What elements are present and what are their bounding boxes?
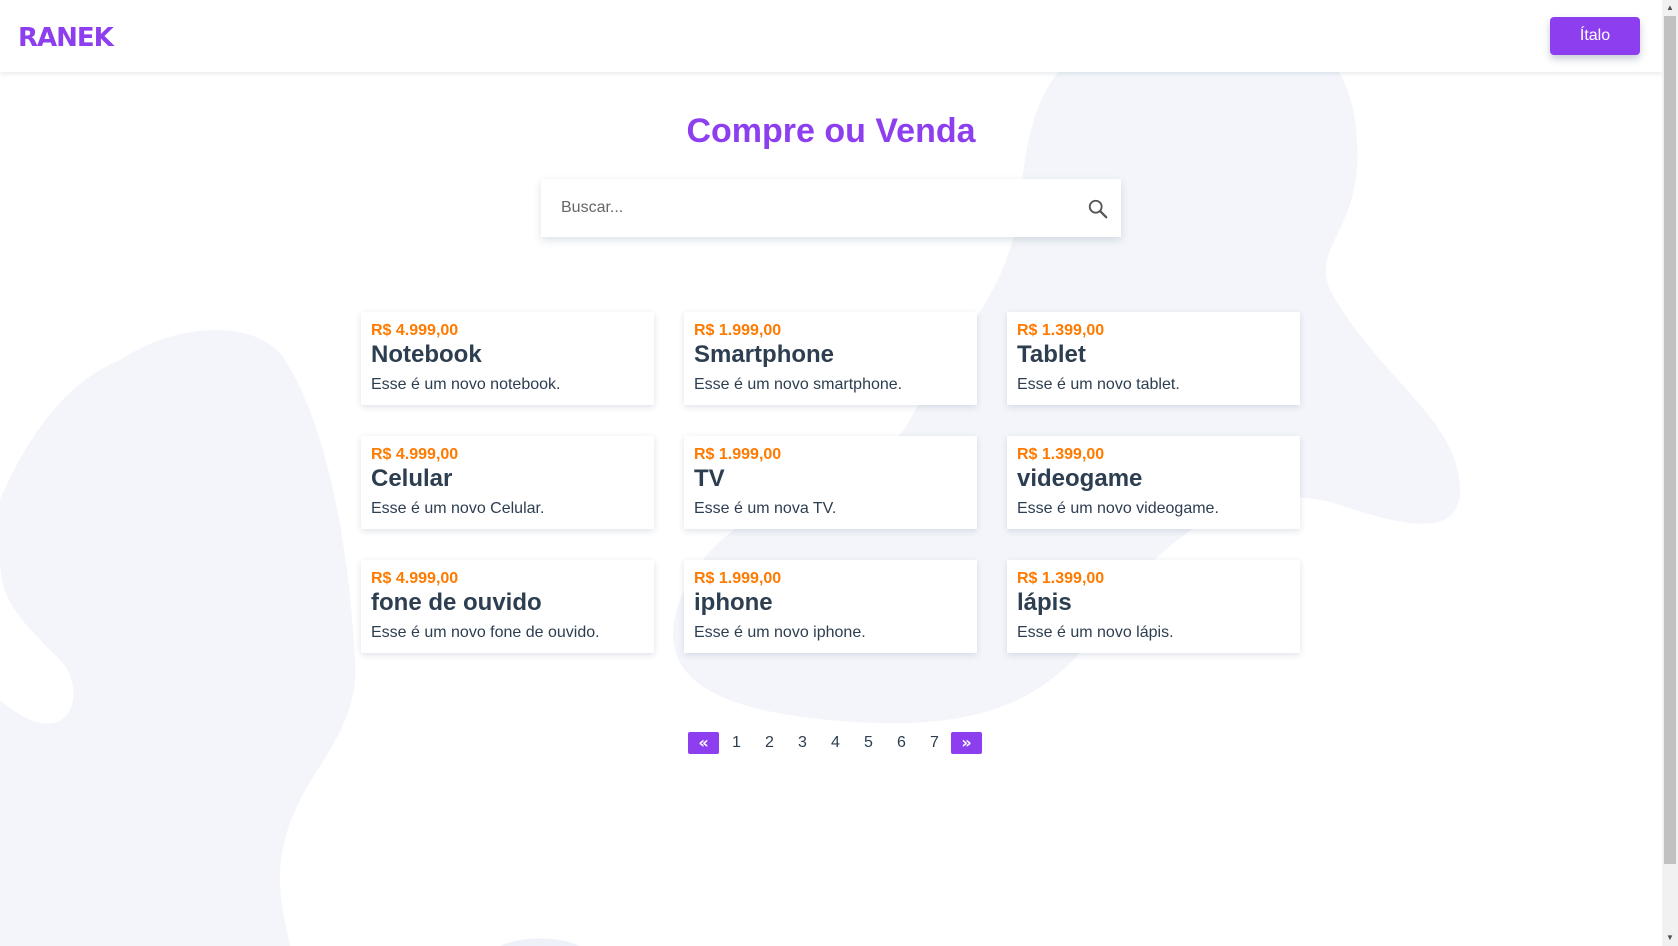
svg-text:RANEK: RANEK xyxy=(18,23,115,50)
page-link-2[interactable]: 2 xyxy=(753,732,786,754)
product-description: Esse é um novo iphone. xyxy=(694,624,866,641)
product-name: lápis xyxy=(1017,589,1072,616)
product-card[interactable]: R$ 1.399,00 lápis Esse é um novo lápis. xyxy=(1007,560,1300,653)
product-description: Esse é um novo tablet. xyxy=(1017,376,1180,393)
product-description: Esse é um novo smartphone. xyxy=(694,376,903,393)
scroll-down-arrow-icon[interactable]: ▼ xyxy=(1662,930,1678,946)
page-link-5[interactable]: 5 xyxy=(852,732,885,754)
page-link-7[interactable]: 7 xyxy=(918,732,951,754)
product-description: Esse é um novo fone de ouvido. xyxy=(371,624,600,641)
scrollbar-thumb[interactable] xyxy=(1664,16,1676,864)
product-grid: R$ 4.999,00 Notebook Esse é um novo note… xyxy=(361,312,1300,653)
product-description: Esse é um novo videogame. xyxy=(1017,500,1219,517)
product-card[interactable]: R$ 4.999,00 fone de ouvido Esse é um nov… xyxy=(361,560,654,653)
product-card[interactable]: R$ 1.399,00 videogame Esse é um novo vid… xyxy=(1007,436,1300,529)
product-card[interactable]: R$ 1.399,00 Tablet Esse é um novo tablet… xyxy=(1007,312,1300,405)
product-name: TV xyxy=(694,465,725,492)
search-form xyxy=(541,179,1121,237)
product-name: fone de ouvido xyxy=(371,589,542,616)
product-price: R$ 1.999,00 xyxy=(694,446,782,463)
product-card[interactable]: R$ 1.999,00 Smartphone Esse é um novo sm… xyxy=(684,312,977,405)
ranek-logo[interactable]: RANEK xyxy=(18,22,118,50)
product-price: R$ 4.999,00 xyxy=(371,446,459,463)
product-price: R$ 1.399,00 xyxy=(1017,446,1105,463)
page-link-3[interactable]: 3 xyxy=(786,732,819,754)
scroll-up-arrow-icon[interactable]: ▲ xyxy=(1662,0,1678,16)
product-name: Smartphone xyxy=(694,341,835,368)
product-name: Tablet xyxy=(1017,341,1086,368)
product-description: Esse é um novo lápis. xyxy=(1017,624,1174,641)
page-link-4[interactable]: 4 xyxy=(819,732,852,754)
product-name: Celular xyxy=(371,465,453,492)
product-price: R$ 1.399,00 xyxy=(1017,322,1105,339)
product-description: Esse é um nova TV. xyxy=(694,500,837,517)
product-card[interactable]: R$ 4.999,00 Notebook Esse é um novo note… xyxy=(361,312,654,405)
product-description: Esse é um novo notebook. xyxy=(371,376,561,393)
product-card[interactable]: R$ 1.999,00 iphone Esse é um novo iphone… xyxy=(684,560,977,653)
top-navbar: RANEK Ítalo xyxy=(0,0,1662,72)
user-account-button[interactable]: Ítalo xyxy=(1550,17,1640,55)
pagination: « 1 2 3 4 5 6 7 » xyxy=(688,732,982,754)
product-price: R$ 1.399,00 xyxy=(1017,570,1105,587)
search-input[interactable] xyxy=(541,179,1121,237)
product-name: Notebook xyxy=(371,341,482,368)
page-link-6[interactable]: 6 xyxy=(885,732,918,754)
product-card[interactable]: R$ 1.999,00 TV Esse é um nova TV. xyxy=(684,436,977,529)
double-chevron-left-icon[interactable]: « xyxy=(688,732,719,754)
product-name: iphone xyxy=(694,589,773,616)
product-price: R$ 1.999,00 xyxy=(694,570,782,587)
product-price: R$ 4.999,00 xyxy=(371,570,459,587)
product-name: videogame xyxy=(1017,465,1143,492)
page-title: Compre ou Venda xyxy=(686,112,976,150)
product-card[interactable]: R$ 4.999,00 Celular Esse é um novo Celul… xyxy=(361,436,654,529)
vertical-scrollbar[interactable]: ▲ ▼ xyxy=(1662,0,1678,946)
product-price: R$ 4.999,00 xyxy=(371,322,459,339)
page-link-1[interactable]: 1 xyxy=(720,732,753,754)
search-icon[interactable] xyxy=(1087,198,1109,220)
double-chevron-right-icon[interactable]: » xyxy=(951,732,982,754)
product-price: R$ 1.999,00 xyxy=(694,322,782,339)
product-description: Esse é um novo Celular. xyxy=(371,500,545,517)
